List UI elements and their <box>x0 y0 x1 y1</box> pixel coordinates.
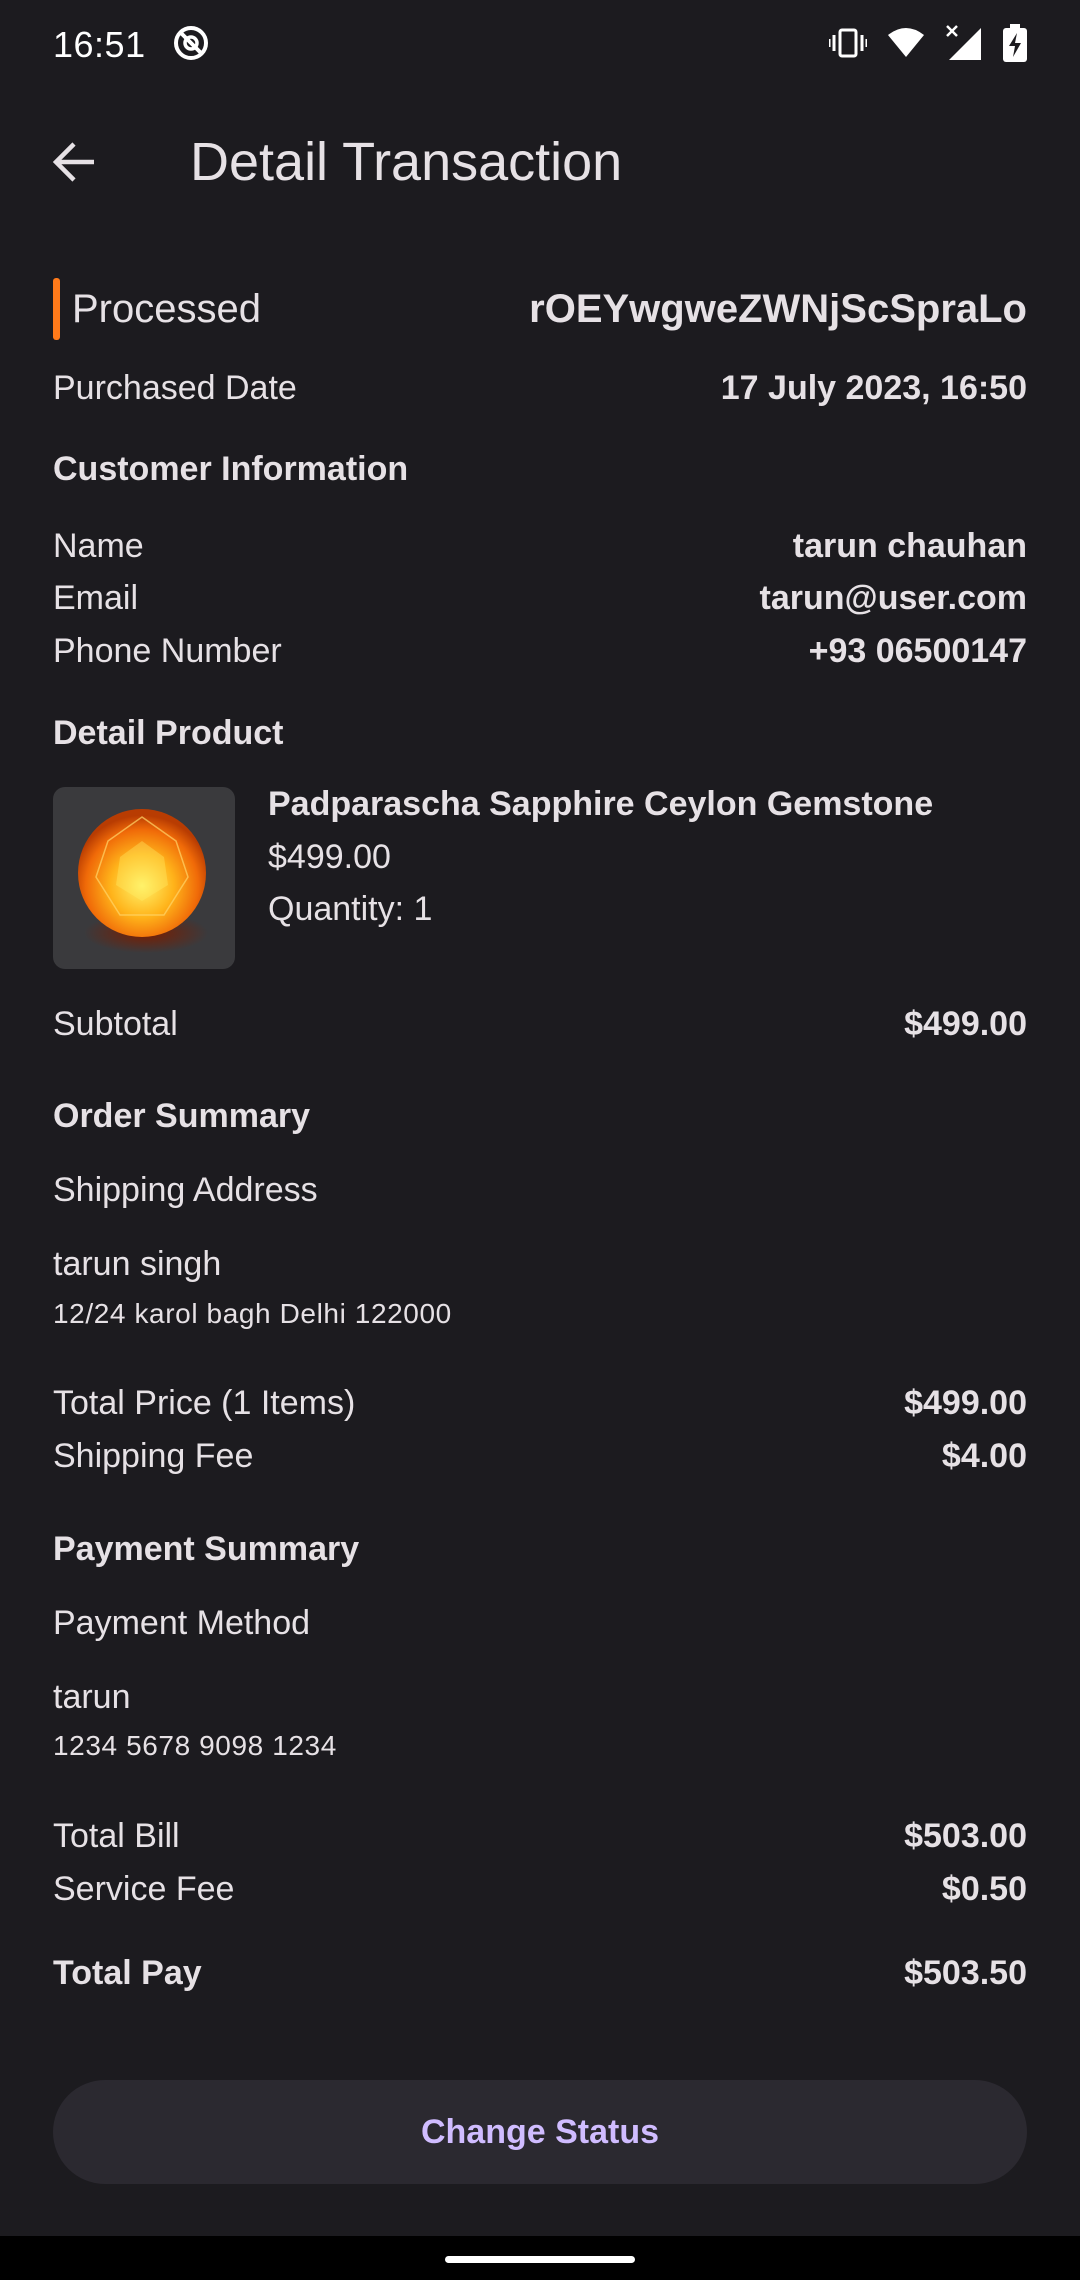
customer-phone-value: +93 06500147 <box>808 631 1027 670</box>
shipping-fee-row: Shipping Fee $4.00 <box>53 1433 1027 1479</box>
customer-email-row: Email tarun@user.com <box>53 575 1027 621</box>
subtotal-value: $499.00 <box>904 1004 1027 1043</box>
system-status-bar: 16:51 <box>0 0 1080 90</box>
service-fee-label: Service Fee <box>53 1869 235 1908</box>
card-holder-name: tarun <box>53 1678 131 1716</box>
product-name: Padparascha Sapphire Ceylon Gemstone <box>268 785 934 823</box>
cellular-signal-icon <box>945 24 983 67</box>
customer-phone-row: Phone Number +93 06500147 <box>53 628 1027 674</box>
arrow-back-icon <box>52 142 94 182</box>
customer-email-value: tarun@user.com <box>759 578 1027 617</box>
product-quantity: Quantity: 1 <box>268 890 433 928</box>
customer-section-title: Customer Information <box>53 450 409 488</box>
app-notification-icon <box>172 24 210 67</box>
card-number: 1234 5678 9098 1234 <box>53 1730 337 1761</box>
total-price-label: Total Price (1 Items) <box>53 1383 356 1422</box>
total-pay-value: $503.50 <box>904 1953 1027 1992</box>
subtotal-row: Subtotal $499.00 <box>53 1001 1027 1047</box>
shipping-recipient: tarun singh <box>53 1245 222 1283</box>
customer-name-label: Name <box>53 526 144 565</box>
total-bill-row: Total Bill $503.00 <box>53 1813 1027 1859</box>
product-price: $499.00 <box>268 838 391 876</box>
customer-name-row: Name tarun chauhan <box>53 523 1027 569</box>
total-pay-row: Total Pay $503.50 <box>53 1950 1027 1996</box>
customer-phone-label: Phone Number <box>53 631 282 670</box>
home-gesture-handle[interactable] <box>445 2256 635 2263</box>
order-summary-title: Order Summary <box>53 1097 310 1135</box>
customer-email-label: Email <box>53 578 139 617</box>
shipping-address: 12/24 karol bagh Delhi 122000 <box>53 1298 452 1329</box>
back-button[interactable] <box>40 128 108 196</box>
transaction-detail-screen: 16:51 Detail Transaction Processed rOEYw… <box>0 0 1080 2280</box>
total-pay-label: Total Pay <box>53 1953 202 1992</box>
status-time: 16:51 <box>53 24 146 65</box>
total-price-row: Total Price (1 Items) $499.00 <box>53 1380 1027 1426</box>
service-fee-value: $0.50 <box>941 1869 1027 1908</box>
payment-method-label: Payment Method <box>53 1604 311 1642</box>
product-image[interactable] <box>53 787 235 969</box>
total-bill-value: $503.00 <box>904 1816 1027 1855</box>
purchased-date-label: Purchased Date <box>53 368 297 407</box>
gemstone-image <box>78 809 208 953</box>
transaction-status: Processed <box>72 286 261 331</box>
subtotal-label: Subtotal <box>53 1004 178 1043</box>
change-status-button[interactable]: Change Status <box>53 2080 1027 2184</box>
vibrate-icon <box>827 26 869 65</box>
purchased-date-value: 17 July 2023, 16:50 <box>720 368 1027 407</box>
service-fee-row: Service Fee $0.50 <box>53 1866 1027 1912</box>
page-title: Detail Transaction <box>190 132 623 192</box>
app-bar: Detail Transaction <box>0 100 1080 224</box>
shipping-address-label: Shipping Address <box>53 1171 318 1209</box>
wifi-icon <box>887 27 925 64</box>
transaction-id: rOEYwgweZWNjScSpraLo <box>529 286 1027 331</box>
product-section-title: Detail Product <box>53 714 284 752</box>
total-price-value: $499.00 <box>904 1383 1027 1422</box>
payment-summary-title: Payment Summary <box>53 1530 360 1568</box>
customer-name-value: tarun chauhan <box>792 526 1027 565</box>
shipping-fee-value: $4.00 <box>941 1436 1027 1475</box>
purchased-date-row: Purchased Date 17 July 2023, 16:50 <box>53 365 1027 411</box>
status-accent-bar <box>53 278 60 340</box>
shipping-fee-label: Shipping Fee <box>53 1436 254 1475</box>
battery-charging-icon <box>1003 23 1027 67</box>
transaction-status-row: Processed rOEYwgweZWNjScSpraLo <box>53 277 1027 341</box>
total-bill-label: Total Bill <box>53 1816 180 1855</box>
